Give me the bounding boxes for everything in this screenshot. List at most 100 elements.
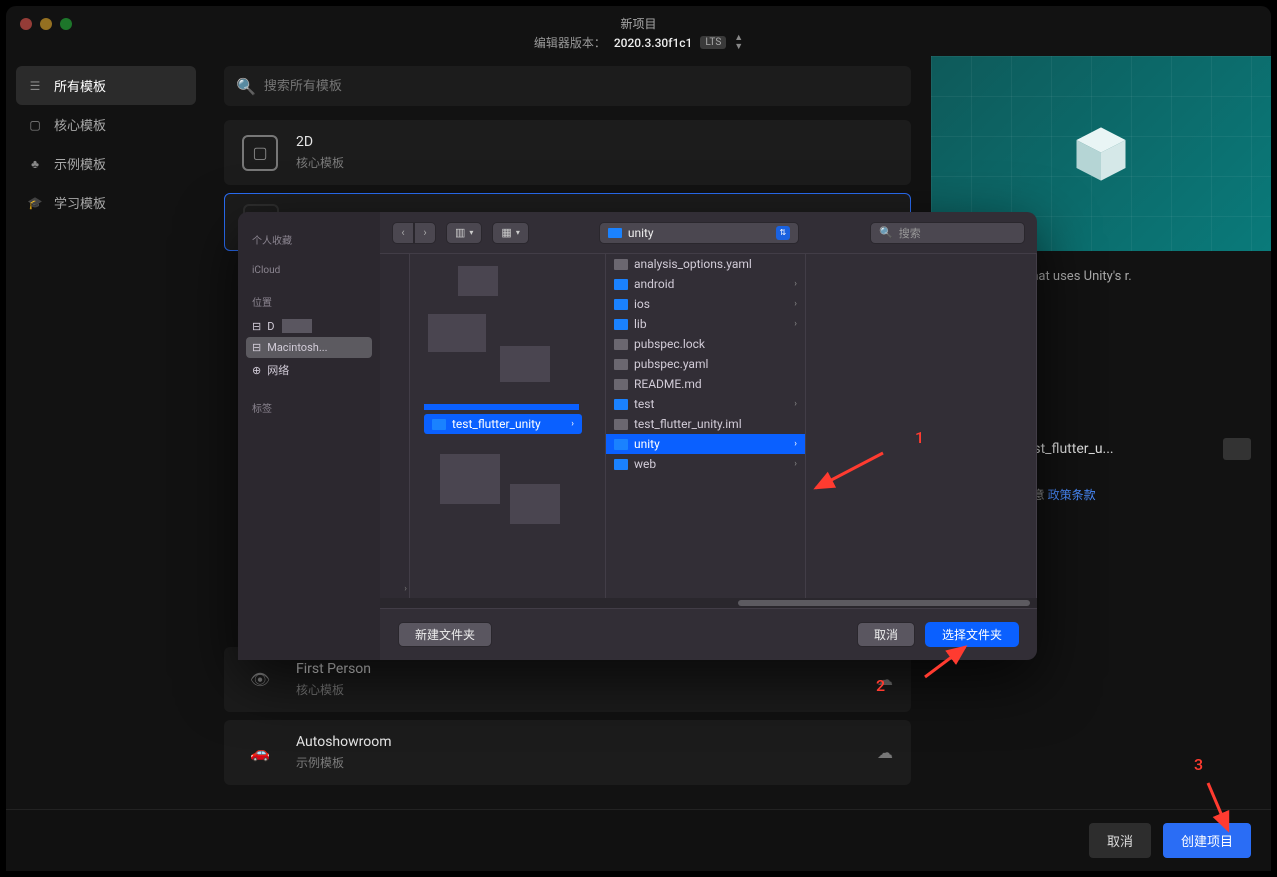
column-3[interactable] — [806, 254, 1037, 598]
template-subtitle: 示例模板 — [296, 754, 392, 771]
folder-icon — [614, 459, 628, 470]
file-row[interactable]: analysis_options.yaml — [606, 254, 805, 274]
file-name: analysis_options.yaml — [634, 257, 752, 271]
sidebar-item-label: 学习模板 — [54, 193, 106, 212]
folder-row[interactable]: android › — [606, 274, 805, 294]
hub-footer: 取消 创建项目 — [6, 809, 1271, 871]
folder-icon — [614, 319, 628, 330]
template-autoshowroom[interactable]: 🚗 Autoshowroom 示例模板 ☁ — [224, 720, 911, 785]
search-bar[interactable]: 🔍 — [224, 66, 911, 106]
column-view: › test_flutter_unity › analysis_options. — [380, 254, 1037, 598]
scrollbar-thumb[interactable] — [738, 600, 1030, 606]
template-title: 2D — [296, 134, 344, 150]
cube-icon — [1066, 119, 1136, 189]
choose-folder-button[interactable]: 选择文件夹 — [925, 622, 1019, 647]
sidebar-item-label: 核心模板 — [54, 115, 106, 134]
chevron-right-icon: › — [794, 399, 797, 409]
file-name: lib — [634, 317, 647, 331]
cancel-button[interactable]: 取消 — [1089, 823, 1151, 858]
file-icon — [614, 419, 628, 430]
folder-row[interactable]: test› — [606, 394, 805, 414]
chevron-right-icon: › — [794, 299, 797, 309]
folder-row[interactable]: lib› — [606, 314, 805, 334]
sidebar-item-learn[interactable]: 🎓 学习模板 — [16, 183, 196, 222]
maximize-icon[interactable] — [60, 18, 72, 30]
file-name: README.md — [634, 377, 702, 391]
folder-row-selected[interactable]: test_flutter_unity › — [424, 414, 582, 434]
minimize-icon[interactable] — [40, 18, 52, 30]
folder-icon — [614, 439, 628, 450]
back-button[interactable]: ‹ — [392, 222, 414, 244]
file-dialog-cancel-button[interactable]: 取消 — [857, 622, 915, 647]
file-name: pubspec.lock — [634, 337, 705, 351]
file-row[interactable]: README.md — [606, 374, 805, 394]
globe-icon: ⊕ — [252, 364, 261, 377]
template-title: Autoshowroom — [296, 734, 392, 750]
path-dropdown[interactable]: unity ⇅ — [599, 222, 799, 244]
editor-version-value: 2020.3.30f1c1 — [614, 36, 693, 50]
sidebar-item-sample[interactable]: ♣ 示例模板 — [16, 144, 196, 183]
file-name: test_flutter_unity.iml — [634, 417, 742, 431]
search-input[interactable] — [264, 79, 899, 94]
column-2[interactable]: analysis_options.yamlandroid›ios›lib›pub… — [606, 254, 806, 598]
chevron-down-icon: ▾ — [469, 228, 473, 237]
sidebar-item-label: 所有模板 — [54, 76, 106, 95]
folder-icon — [614, 299, 628, 310]
sidebar-group-tags: 标签 — [252, 400, 366, 415]
file-dialog-search[interactable]: 🔍 搜索 — [870, 222, 1025, 244]
folder-icon — [432, 419, 446, 430]
cloud-download-icon[interactable]: ☁ — [877, 670, 893, 689]
folder-row[interactable]: unity› — [606, 434, 805, 454]
chevron-right-icon: › — [794, 279, 797, 289]
list-icon: ☰ — [28, 79, 42, 93]
horizontal-scrollbar[interactable] — [380, 598, 1037, 608]
new-folder-button[interactable]: 新建文件夹 — [398, 622, 492, 647]
search-icon: 🔍 — [879, 226, 893, 239]
sidebar-item-all[interactable]: ☰ 所有模板 — [16, 66, 196, 105]
traffic-lights[interactable] — [20, 18, 72, 30]
template-2d-icon: ▢ — [242, 135, 278, 171]
sidebar-location-macintosh[interactable]: ⊟ Macintosh... — [246, 337, 372, 358]
file-row[interactable]: pubspec.yaml — [606, 354, 805, 374]
view-columns-button[interactable]: ▥▾ — [446, 222, 482, 244]
cloud-download-icon[interactable]: ☁ — [877, 743, 893, 762]
sidebar-location-d[interactable]: ⊟ D — [246, 315, 372, 337]
sidebar-item-label: 示例模板 — [54, 154, 106, 173]
chevron-updown-icon[interactable]: ▲▼ — [734, 34, 743, 52]
file-dialog-toolbar: ‹ › ▥▾ ▦▾ unity ⇅ 🔍 搜索 — [380, 212, 1037, 254]
view-group-button[interactable]: ▦▾ — [492, 222, 528, 244]
sidebar-location-network[interactable]: ⊕ 网络 — [246, 358, 372, 382]
file-icon — [614, 339, 628, 350]
column-0[interactable]: › — [380, 254, 410, 598]
folder-icon — [608, 228, 622, 238]
group-icon: ▦ — [501, 226, 511, 239]
column-1[interactable]: test_flutter_unity › — [410, 254, 606, 598]
eye-icon: 👁 — [242, 662, 278, 698]
disk-icon: ⊟ — [252, 341, 261, 354]
file-row[interactable]: pubspec.lock — [606, 334, 805, 354]
folder-icon — [614, 399, 628, 410]
chevron-right-icon: › — [794, 459, 797, 469]
file-icon — [614, 359, 628, 370]
create-project-button[interactable]: 创建项目 — [1163, 823, 1251, 858]
path-current: unity — [628, 226, 654, 240]
sidebar-group-locations: 位置 — [252, 294, 366, 309]
search-placeholder: 搜索 — [899, 225, 921, 241]
forward-button[interactable]: › — [414, 222, 436, 244]
editor-version-row[interactable]: 编辑器版本： 2020.3.30f1c1 LTS ▲▼ — [534, 34, 743, 52]
file-name: android — [634, 277, 674, 291]
car-icon: 🚗 — [242, 735, 278, 771]
file-dialog: 个人收藏 iCloud 位置 ⊟ D ⊟ Macintosh... ⊕ 网络 标… — [238, 212, 1037, 660]
policy-link[interactable]: 政策条款 — [1048, 488, 1096, 502]
folder-row[interactable]: ios› — [606, 294, 805, 314]
close-icon[interactable] — [20, 18, 32, 30]
file-name: web — [634, 457, 656, 471]
template-subtitle: 核心模板 — [296, 154, 344, 171]
template-2d[interactable]: ▢ 2D 核心模板 — [224, 120, 911, 185]
file-row[interactable]: test_flutter_unity.iml — [606, 414, 805, 434]
folder-row[interactable]: web › — [606, 454, 805, 474]
folder-icon[interactable] — [1223, 438, 1251, 460]
sidebar-item-core[interactable]: ▢ 核心模板 — [16, 105, 196, 144]
folder-icon — [614, 279, 628, 290]
template-title: First Person — [296, 661, 371, 677]
